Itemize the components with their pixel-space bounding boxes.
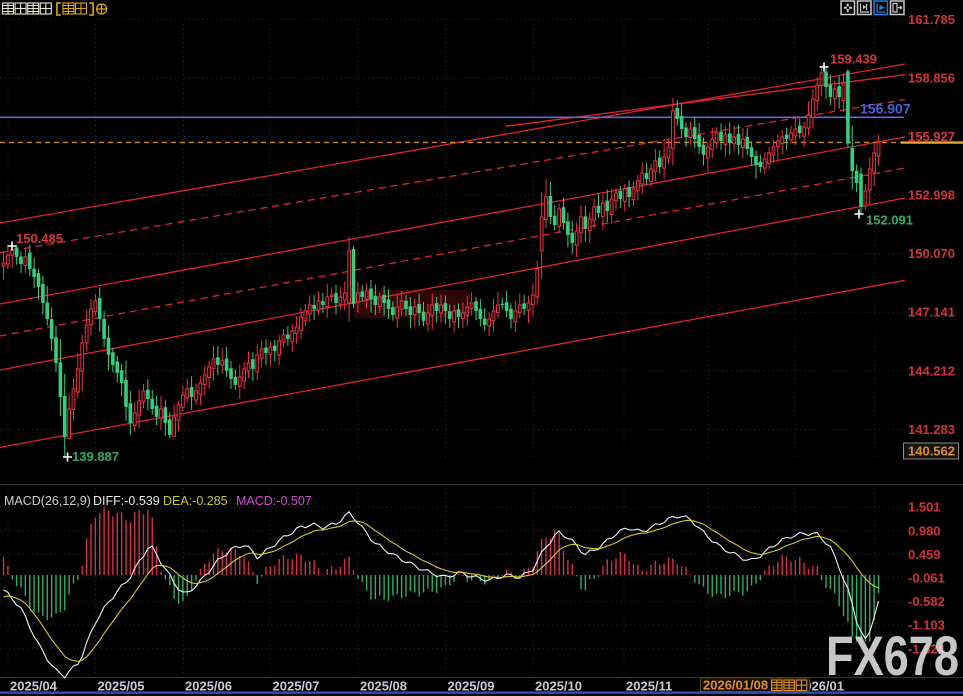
svg-text:2025/05: 2025/05 <box>98 679 145 694</box>
svg-text:MACD(26,12,9): MACD(26,12,9) <box>4 494 91 508</box>
svg-text:2025/04: 2025/04 <box>10 679 58 694</box>
svg-text:155.927: 155.927 <box>908 129 955 144</box>
svg-text:DEA:-0.285: DEA:-0.285 <box>163 494 228 508</box>
svg-text:152.998: 152.998 <box>908 188 955 203</box>
svg-text:158.856: 158.856 <box>908 70 955 85</box>
svg-text:1.501: 1.501 <box>908 500 941 515</box>
svg-text:159.439: 159.439 <box>830 52 877 67</box>
svg-text:0.459: 0.459 <box>908 547 941 562</box>
svg-text:DIFF:-0.539: DIFF:-0.539 <box>93 494 160 508</box>
svg-text:147.141: 147.141 <box>908 305 955 320</box>
svg-text:140.562: 140.562 <box>908 444 955 459</box>
svg-text:161.785: 161.785 <box>908 12 955 27</box>
svg-text:139.887: 139.887 <box>72 449 119 464</box>
svg-text:150.070: 150.070 <box>908 246 955 261</box>
svg-text:0.980: 0.980 <box>908 523 941 538</box>
svg-text:150.485: 150.485 <box>16 231 63 246</box>
svg-text:-0.582: -0.582 <box>908 594 945 609</box>
svg-text:2025/11: 2025/11 <box>626 679 672 694</box>
svg-text:156.907: 156.907 <box>860 101 911 117</box>
svg-text:152.091: 152.091 <box>866 213 913 228</box>
svg-text:FX678: FX678 <box>826 624 959 687</box>
svg-text:2025/10: 2025/10 <box>535 679 582 694</box>
svg-text:MACD:-0.507: MACD:-0.507 <box>236 494 312 508</box>
svg-text:2026/01/08: 2026/01/08 <box>703 678 768 693</box>
svg-text:141.283: 141.283 <box>908 422 955 437</box>
svg-text:-0.061: -0.061 <box>908 571 945 586</box>
svg-text:144.212: 144.212 <box>908 363 955 378</box>
svg-text:2025/06: 2025/06 <box>185 679 232 694</box>
svg-text:2025/07: 2025/07 <box>273 679 320 694</box>
svg-text:2025/08: 2025/08 <box>360 679 407 694</box>
svg-text:2025/09: 2025/09 <box>448 679 495 694</box>
